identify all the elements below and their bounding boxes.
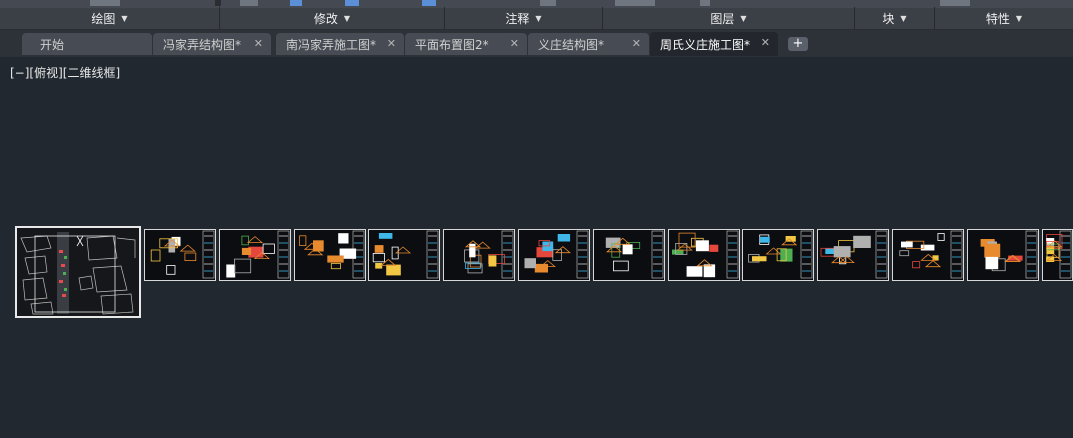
ribbon-tool-fragment[interactable] — [345, 0, 359, 6]
panel-draw[interactable]: 绘图 ▼ — [0, 7, 220, 29]
tab-label: 平面布置图2* — [415, 37, 489, 52]
tab-zhoushi-construction[interactable]: 周氏义庄施工图* ✕ — [650, 32, 778, 56]
ribbon-tool-fragment[interactable] — [240, 0, 258, 6]
panel-modify-label: 修改 — [313, 11, 338, 26]
ribbon-tool-fragment[interactable] — [290, 0, 302, 6]
drawing-sheet-thumbnail[interactable] — [443, 229, 515, 281]
drawing-sheet-thumbnail[interactable] — [219, 229, 291, 281]
ribbon-tool-fragment[interactable] — [700, 0, 710, 6]
tab-label: 周氏义庄施工图* — [660, 37, 751, 52]
chevron-down-icon: ▼ — [121, 13, 128, 23]
panel-modify[interactable]: 修改 ▼ — [220, 7, 445, 29]
chevron-down-icon: ▼ — [900, 13, 907, 23]
drawing-sheets-strip[interactable] — [8, 226, 1073, 318]
panel-block-label: 块 — [882, 11, 895, 26]
drawing-sheet-thumbnail[interactable] — [593, 229, 665, 281]
ribbon-panel-bar: 绘图 ▼ 修改 ▼ 注释 ▼ 图层 ▼ 块 ▼ 特性 ▼ — [0, 0, 1073, 30]
ribbon-tool-fragment[interactable] — [90, 0, 120, 6]
tab-label: 南冯家弄施工图* — [286, 37, 377, 52]
tab-feng-structure[interactable]: 冯家弄结构图* ✕ — [153, 33, 271, 55]
drawing-sheet-thumbnail[interactable] — [144, 229, 216, 281]
drawing-sheet-thumbnail[interactable] — [742, 229, 814, 281]
close-icon[interactable]: ✕ — [761, 36, 770, 49]
drawing-sheet-thumbnail[interactable] — [1042, 229, 1073, 281]
drawing-sheet-thumbnail[interactable] — [967, 229, 1039, 281]
tab-start[interactable]: 开始 — [22, 33, 152, 55]
ribbon-tool-fragment[interactable] — [940, 0, 970, 6]
site-plan-sheet[interactable] — [15, 226, 141, 318]
chevron-down-icon: ▼ — [740, 13, 747, 23]
panel-annotation-label: 注释 — [505, 11, 530, 26]
tab-floor-plan-2[interactable]: 平面布置图2* ✕ — [405, 33, 527, 55]
tab-label: 义庄结构图* — [538, 37, 605, 52]
chevron-down-icon: ▼ — [1015, 13, 1023, 23]
ribbon-tool-fragment[interactable] — [615, 0, 655, 6]
drawing-sheet-thumbnail[interactable] — [668, 229, 740, 281]
ribbon-tool-fragment[interactable] — [540, 0, 556, 6]
drawing-sheet-thumbnail[interactable] — [892, 229, 964, 281]
drawing-sheet-thumbnail[interactable] — [294, 229, 366, 281]
panel-properties-label: 特性 — [985, 11, 1010, 26]
tab-yizhuang-structure[interactable]: 义庄结构图* ✕ — [528, 33, 649, 55]
panel-block[interactable]: 块 ▼ — [855, 7, 935, 29]
panel-layers-label: 图层 — [710, 11, 735, 26]
new-tab-button[interactable]: + — [788, 37, 808, 51]
chevron-down-icon: ▼ — [343, 13, 351, 23]
viewport-controls-label[interactable]: [−][俯视][二维线框] — [10, 64, 120, 81]
ribbon-tool-fragment[interactable] — [422, 0, 436, 6]
panel-annotation[interactable]: 注释 ▼ — [445, 7, 603, 29]
close-icon[interactable]: ✕ — [254, 37, 263, 50]
close-icon[interactable]: ✕ — [632, 37, 641, 50]
drawing-sheet-thumbnail[interactable] — [368, 229, 440, 281]
panel-draw-label: 绘图 — [91, 11, 116, 26]
chevron-down-icon: ▼ — [535, 13, 542, 23]
close-icon[interactable]: ✕ — [510, 37, 519, 50]
panel-layers[interactable]: 图层 ▼ — [603, 7, 855, 29]
drawing-sheet-thumbnail[interactable] — [518, 229, 590, 281]
ribbon-separator — [215, 0, 221, 6]
tab-label: 开始 — [40, 37, 65, 52]
tab-label: 冯家弄结构图* — [163, 37, 242, 52]
tab-nanfeng-construction[interactable]: 南冯家弄施工图* ✕ — [276, 33, 404, 55]
panel-properties[interactable]: 特性 ▼ — [935, 7, 1073, 29]
drawing-sheet-thumbnail[interactable] — [817, 229, 889, 281]
close-icon[interactable]: ✕ — [387, 37, 396, 50]
